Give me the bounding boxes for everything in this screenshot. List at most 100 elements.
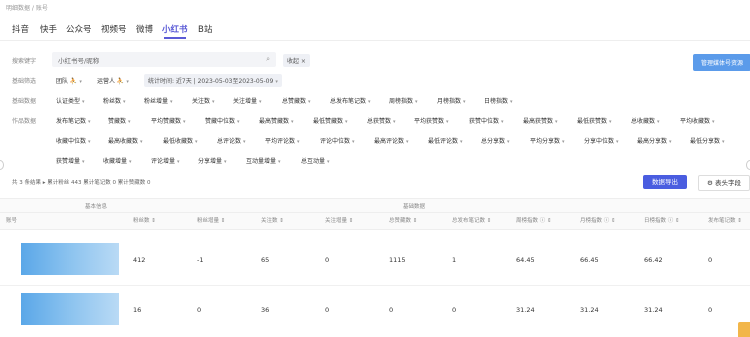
team-filter[interactable]: 团队 ⛹ ▾ <box>56 76 82 85</box>
header-divider <box>0 212 750 213</box>
search-input[interactable]: 小红书号/昵称 ⌕ <box>52 52 276 67</box>
metric-option[interactable]: 互动量增量 ▾ <box>246 156 281 165</box>
period-filter[interactable]: 统计时间: 近7天 | 2023-05-03至2023-05-09 ▾ <box>144 74 282 87</box>
metric-option[interactable]: 平均赞藏数 ▾ <box>151 116 186 125</box>
column-header[interactable]: 周榜指数 ⓘ ⇕ <box>516 216 552 224</box>
column-header[interactable]: 发布笔记数 ⇕ <box>708 216 742 224</box>
chevron-down-icon: ▾ <box>183 119 186 125</box>
metric-option[interactable]: 认证类型 ▾ <box>56 96 85 105</box>
column-header[interactable]: 账号 <box>6 216 17 224</box>
metric-option-label: 最高赞藏数 <box>259 118 290 125</box>
metric-option[interactable]: 分享中位数 ▾ <box>584 136 619 145</box>
metric-option-label: 最低收藏数 <box>163 138 194 145</box>
metric-option[interactable]: 最低评论数 ▾ <box>428 136 463 145</box>
metric-option[interactable]: 最低赞藏数 ▾ <box>313 116 348 125</box>
table-cell: 412 <box>133 256 146 264</box>
metric-option-label: 收藏增量 <box>103 158 128 165</box>
metric-option[interactable]: 分享增量 ▾ <box>198 156 227 165</box>
chevron-down-icon: ▾ <box>562 139 565 145</box>
manage-media-button[interactable]: 管理媒体号资源 <box>693 54 750 71</box>
column-header[interactable]: 总发布笔记数 ⇕ <box>452 216 491 224</box>
metric-option[interactable]: 平均收藏数 ▾ <box>680 116 715 125</box>
column-header[interactable]: 粉丝数 ⇕ <box>133 216 156 224</box>
breadcrumb: 明细数据 / 账号 <box>6 5 48 12</box>
metric-option[interactable]: 周榜指数 ▾ <box>389 96 418 105</box>
operator-filter[interactable]: 运营人 ⛹ ▾ <box>97 76 129 85</box>
metric-option[interactable]: 发布笔记数 ▾ <box>56 116 91 125</box>
metric-option[interactable]: 收藏中位数 ▾ <box>56 136 91 145</box>
row-divider <box>0 285 750 286</box>
chevron-down-icon: ▾ <box>669 139 672 145</box>
metric-option[interactable]: 总评论数 ▾ <box>217 136 246 145</box>
metric-option[interactable]: 最低获赞数 ▾ <box>577 116 612 125</box>
column-header[interactable]: 关注数 ⇕ <box>261 216 284 224</box>
search-icon[interactable]: ⌕ <box>266 55 270 64</box>
scroll-handle-right[interactable] <box>746 160 750 170</box>
metric-option[interactable]: 日榜指数 ▾ <box>484 96 513 105</box>
column-header[interactable]: 总赞藏数 ⇕ <box>389 216 417 224</box>
metric-option[interactable]: 收藏增量 ▾ <box>103 156 132 165</box>
table-columns-button[interactable]: ⚙ 表头字段 <box>698 175 750 191</box>
metric-option[interactable]: 获赞增量 ▾ <box>56 156 85 165</box>
metric-option[interactable]: 最高赞藏数 ▾ <box>259 116 294 125</box>
help-widget[interactable] <box>738 322 750 337</box>
column-header[interactable]: 关注增量 ⇕ <box>325 216 353 224</box>
metric-option[interactable]: 赞藏中位数 ▾ <box>205 116 240 125</box>
metric-option[interactable]: 月榜指数 ▾ <box>437 96 466 105</box>
basic-data-label: 基础数据 <box>12 98 37 105</box>
column-header[interactable]: 月榜指数 ⓘ ⇕ <box>580 216 616 224</box>
metric-option-label: 最低获赞数 <box>577 118 608 125</box>
chevron-down-icon: ▾ <box>88 139 91 145</box>
table-cell: 31.24 <box>644 306 663 314</box>
metric-option[interactable]: 粉丝数 ▾ <box>103 96 126 105</box>
metric-option[interactable]: 评论中位数 ▾ <box>320 136 355 145</box>
metric-option-label: 分享中位数 <box>584 138 615 145</box>
export-button[interactable]: 数据导出 <box>643 175 687 189</box>
account-thumbnail[interactable] <box>21 293 119 325</box>
metric-option[interactable]: 最高评论数 ▾ <box>374 136 409 145</box>
tab-weibo[interactable]: 微博 <box>136 23 153 35</box>
metric-option[interactable]: 评论增量 ▾ <box>151 156 180 165</box>
metric-option-label: 月榜指数 <box>437 98 462 105</box>
chevron-down-icon: ▾ <box>126 79 129 85</box>
account-thumbnail[interactable] <box>21 243 119 275</box>
metric-option[interactable]: 总获赞数 ▾ <box>367 116 396 125</box>
metric-option[interactable]: 总发布笔记数 ▾ <box>330 96 371 105</box>
metric-option-label: 最低评论数 <box>428 138 459 145</box>
metric-option[interactable]: 最低分享数 ▾ <box>690 136 725 145</box>
chevron-down-icon: ▾ <box>224 159 227 165</box>
metric-option[interactable]: 平均评论数 ▾ <box>265 136 300 145</box>
tab-xiaohongshu[interactable]: 小红书 <box>162 23 188 35</box>
table-cell: 16 <box>133 306 142 314</box>
metric-option-label: 关注增量 <box>233 98 258 105</box>
metric-option-label: 总分享数 <box>481 138 506 145</box>
tab-channels[interactable]: 视频号 <box>101 23 127 35</box>
tab-bilibili[interactable]: B站 <box>198 23 212 35</box>
metric-option[interactable]: 最高分享数 ▾ <box>637 136 672 145</box>
metric-option[interactable]: 平均获赞数 ▾ <box>414 116 449 125</box>
collapse-tag[interactable]: 收起 × <box>283 54 310 67</box>
tab-douyin[interactable]: 抖音 <box>12 23 29 35</box>
metric-option[interactable]: 关注数 ▾ <box>192 96 215 105</box>
column-header[interactable]: 粉丝增量 ⇕ <box>197 216 225 224</box>
tab-kuaishou[interactable]: 快手 <box>40 23 57 35</box>
chevron-down-icon: ▾ <box>212 99 215 105</box>
column-header[interactable]: 日榜指数 ⓘ ⇕ <box>644 216 680 224</box>
metric-option[interactable]: 总互动量 ▾ <box>301 156 330 165</box>
metric-option[interactable]: 最高获赞数 ▾ <box>523 116 558 125</box>
tab-official-account[interactable]: 公众号 <box>66 23 92 35</box>
metric-option[interactable]: 赞藏数 ▾ <box>108 116 131 125</box>
metric-option[interactable]: 关注增量 ▾ <box>233 96 262 105</box>
scroll-handle-left[interactable] <box>0 160 4 170</box>
metric-option[interactable]: 最低收藏数 ▾ <box>163 136 198 145</box>
metric-option[interactable]: 平均分享数 ▾ <box>530 136 565 145</box>
table-cell: 31.24 <box>516 306 535 314</box>
metric-option[interactable]: 总分享数 ▾ <box>481 136 510 145</box>
metric-option[interactable]: 获赞中位数 ▾ <box>469 116 504 125</box>
metric-option[interactable]: 最高收藏数 ▾ <box>108 136 143 145</box>
metric-option[interactable]: 总赞藏数 ▾ <box>282 96 311 105</box>
metric-option[interactable]: 粉丝增量 ▾ <box>144 96 173 105</box>
search-label: 搜索键字 <box>12 58 37 65</box>
metric-option[interactable]: 总收藏数 ▾ <box>631 116 660 125</box>
table-cell: 66.42 <box>644 256 663 264</box>
